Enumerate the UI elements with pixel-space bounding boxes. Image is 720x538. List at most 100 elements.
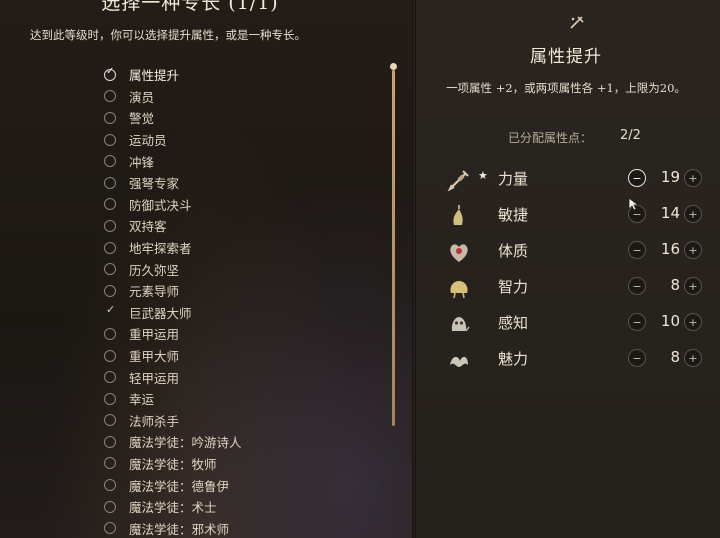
attribute-name: 智力 <box>498 278 529 296</box>
ability-improvement-icon <box>570 16 584 29</box>
feat-item[interactable]: 冲锋 <box>104 150 364 172</box>
attribute-row: ★ 力量 −19 + <box>440 164 710 194</box>
points-assigned-label: 已分配属性点： <box>508 131 593 145</box>
feat-item[interactable]: 魔法学徒：吟游诗人 <box>104 431 364 453</box>
ability-panel-title: 属性提升 <box>530 47 602 67</box>
attribute-value: 16 <box>660 240 680 258</box>
charisma-mask-icon <box>450 356 468 367</box>
feat-panel-title: 选择一种专长 (1/1) <box>101 0 279 14</box>
feat-item[interactable]: 强弩专家 <box>104 172 364 194</box>
feat-item[interactable]: 运动员 <box>104 129 364 151</box>
radio-icon <box>104 133 116 146</box>
radio-icon <box>104 219 116 232</box>
increase-button[interactable]: + <box>684 313 702 331</box>
radio-icon <box>104 414 116 427</box>
radio-icon <box>104 90 116 103</box>
radio-icon <box>104 435 116 448</box>
decrease-button[interactable]: − <box>628 277 646 295</box>
radio-icon <box>104 303 116 318</box>
increase-button[interactable]: + <box>684 205 702 223</box>
feat-panel-subtitle: 达到此等级时，你可以选择提升属性，或是一种专长。 <box>30 28 306 42</box>
star-icon: ★ <box>478 169 488 182</box>
radio-icon <box>104 111 116 124</box>
radio-icon <box>104 66 116 81</box>
feat-item[interactable]: 法师杀手 <box>104 410 364 432</box>
attribute-name: 体质 <box>498 242 529 260</box>
feat-item[interactable]: 演员 <box>104 86 364 108</box>
increase-button[interactable]: + <box>684 277 702 295</box>
feat-label: 魔法学徒：吟游诗人 <box>129 435 242 451</box>
dexterity-hand-icon <box>453 205 463 225</box>
feat-item[interactable]: 魔法学徒：术士 <box>104 496 364 518</box>
points-assigned-value: 2/2 <box>620 128 641 143</box>
radio-icon <box>104 457 116 470</box>
increase-button[interactable]: + <box>684 169 702 187</box>
attribute-name: 感知 <box>498 314 529 332</box>
radio-icon <box>104 500 116 513</box>
scrollbar-cap[interactable] <box>390 63 397 70</box>
feat-label: 防御式决斗 <box>129 197 192 213</box>
feat-label: 重甲大师 <box>129 349 180 365</box>
feat-item[interactable]: 魔法学徒：邪术师 <box>104 517 364 538</box>
decrease-button[interactable]: − <box>628 349 646 367</box>
feat-item[interactable]: 防御式决斗 <box>104 194 364 216</box>
radio-icon <box>104 327 116 340</box>
attribute-row: 敏捷 −14 + <box>440 200 710 230</box>
feat-item[interactable]: 历久弥坚 <box>104 258 364 280</box>
radio-icon <box>104 241 116 254</box>
feat-label: 魔法学徒：德鲁伊 <box>129 478 230 494</box>
radio-icon <box>104 284 116 297</box>
feat-label: 属性提升 <box>129 68 180 84</box>
feat-selection-panel: 选择一种专长 (1/1) 达到此等级时，你可以选择提升属性，或是一种专长。 属性… <box>0 0 412 538</box>
feat-item[interactable]: 轻甲运用 <box>104 366 364 388</box>
feat-label: 法师杀手 <box>129 413 180 429</box>
feat-item[interactable]: 魔法学徒：德鲁伊 <box>104 474 364 496</box>
feat-label: 双持客 <box>129 219 167 235</box>
radio-icon <box>104 392 116 405</box>
feat-item[interactable]: 警觉 <box>104 107 364 129</box>
attribute-name: 魅力 <box>498 350 529 368</box>
attribute-name: 力量 <box>498 170 529 188</box>
increase-button[interactable]: + <box>684 349 702 367</box>
feat-item[interactable]: 重甲运用 <box>104 323 364 345</box>
feat-label: 运动员 <box>129 133 167 149</box>
feat-label: 巨武器大师 <box>129 305 192 321</box>
feat-label: 地牢探索者 <box>129 241 192 257</box>
cursor-icon <box>628 197 640 211</box>
radio-icon <box>104 155 116 168</box>
radio-icon <box>104 349 116 362</box>
attribute-row: 体质 −16 + <box>440 236 710 266</box>
attribute-row: 感知 −10 + <box>440 308 710 338</box>
attribute-value: 8 <box>670 276 680 294</box>
radio-icon <box>104 263 116 276</box>
feat-label: 历久弥坚 <box>129 262 180 278</box>
feat-label: 元素导师 <box>129 284 180 300</box>
decrease-button[interactable]: − <box>628 169 646 187</box>
feat-item[interactable]: 重甲大师 <box>104 345 364 367</box>
attribute-value: 19 <box>660 168 680 186</box>
increase-button[interactable]: + <box>684 241 702 259</box>
radio-icon <box>104 198 116 211</box>
feat-label: 强弩专家 <box>129 176 180 192</box>
feat-item[interactable]: 魔法学徒：牧师 <box>104 453 364 475</box>
feat-label: 幸运 <box>129 392 155 408</box>
attribute-row: 魅力 − 8 + <box>440 344 710 374</box>
feat-item[interactable]: 幸运 <box>104 388 364 410</box>
radio-icon <box>104 176 116 189</box>
feat-item[interactable]: 双持客 <box>104 215 364 237</box>
decrease-button[interactable]: − <box>628 241 646 259</box>
attribute-value: 14 <box>660 204 680 222</box>
decrease-button[interactable]: − <box>628 313 646 331</box>
scrollbar[interactable] <box>392 70 395 426</box>
intelligence-brain-icon <box>450 281 468 299</box>
feat-item[interactable]: 属性提升 <box>104 64 364 86</box>
feat-item[interactable]: 元素导师 <box>104 280 364 302</box>
attribute-value: 10 <box>660 312 680 330</box>
feat-label: 魔法学徒：牧师 <box>129 456 217 472</box>
wisdom-owl-icon <box>451 317 470 332</box>
feat-label: 魔法学徒：邪术师 <box>129 521 230 537</box>
feat-item[interactable]: 巨武器大师 <box>104 302 364 324</box>
attribute-value: 8 <box>670 348 680 366</box>
feat-label: 重甲运用 <box>129 327 180 343</box>
feat-item[interactable]: 地牢探索者 <box>104 237 364 259</box>
